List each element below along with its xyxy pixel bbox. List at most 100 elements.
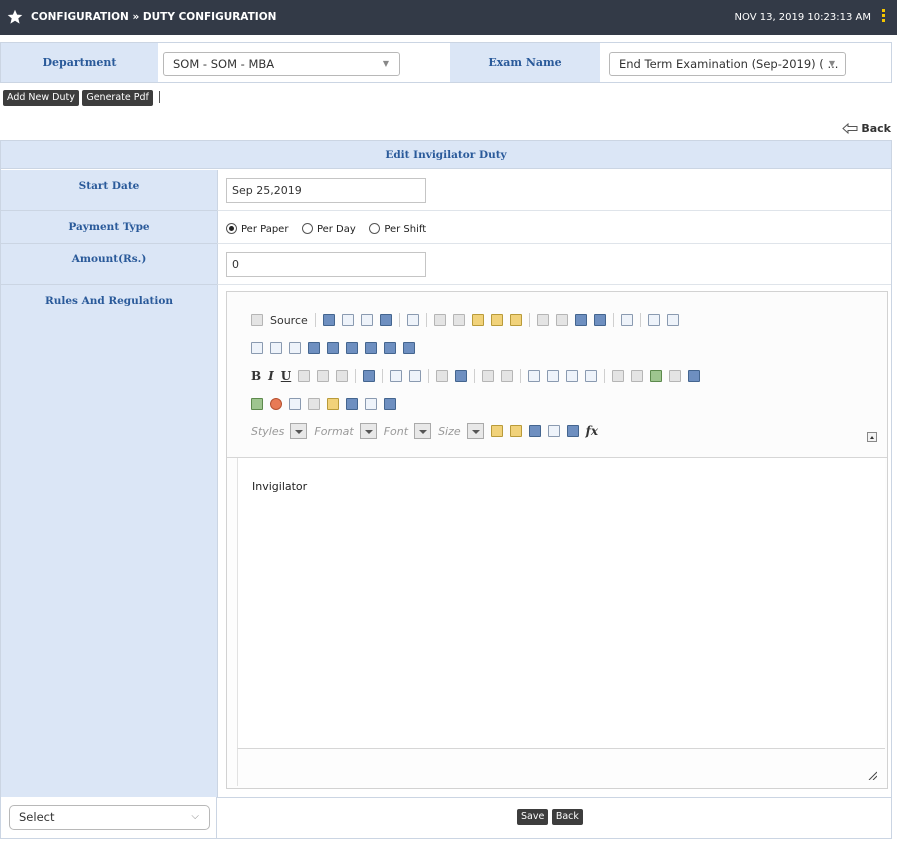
about-icon[interactable] [566,425,579,437]
div-icon[interactable] [501,370,514,382]
image-button-icon[interactable] [384,342,396,354]
paste-text-icon[interactable] [490,314,503,326]
redo-icon[interactable] [555,314,568,326]
styles-combo[interactable]: Styles [251,422,308,440]
rtl-icon[interactable] [631,370,644,382]
formula-icon[interactable]: fx [586,424,598,438]
spellcheck-as-you-type-icon[interactable] [666,314,679,326]
special-char-icon[interactable] [346,398,358,410]
editor-content[interactable]: Invigilator [237,458,885,748]
subscript-icon[interactable] [317,370,330,382]
find-icon[interactable] [574,314,587,326]
footer-left: Select ⌵ [1,797,217,838]
align-left-icon[interactable] [528,370,541,382]
replace-icon[interactable] [593,314,606,326]
align-right-icon[interactable] [566,370,579,382]
form-icon[interactable] [251,342,263,354]
image-icon[interactable] [251,398,263,410]
font-combo[interactable]: Font [384,422,432,440]
toolbar-separator [474,369,476,383]
text-color-icon[interactable] [490,425,503,437]
footer-select[interactable]: Select ⌵ [9,805,210,830]
format-combo[interactable]: Format [314,422,377,440]
superscript-icon[interactable] [336,370,349,382]
radio-per-paper[interactable]: Per Paper [226,223,289,235]
background-color-icon[interactable] [509,425,522,437]
source-button[interactable]: Source [270,314,308,327]
preview-icon[interactable] [360,314,373,326]
amount-input[interactable]: 0 [226,252,426,277]
back-link[interactable]: Back [841,122,891,135]
unlink-icon[interactable] [669,370,682,382]
select-field-icon[interactable] [346,342,358,354]
print-icon[interactable] [379,314,392,326]
add-new-duty-button[interactable]: Add New Duty [3,90,79,106]
indent-icon[interactable] [455,370,468,382]
hidden-field-icon[interactable] [403,342,415,354]
radio-per-paper-dot[interactable] [226,223,237,234]
select-all-icon[interactable] [620,314,633,326]
templates-icon[interactable] [406,314,419,326]
bulleted-list-icon[interactable] [409,370,422,382]
link-icon[interactable] [650,370,663,382]
kebab-icon[interactable] [881,9,887,25]
toolbar-separator [382,369,384,383]
save-icon[interactable] [322,314,335,326]
radio-per-day[interactable]: Per Day [301,223,356,235]
toolbar-separator [604,369,606,383]
table-icon[interactable] [289,398,301,410]
outdent-icon[interactable] [436,370,449,382]
radio-per-day-dot[interactable] [301,223,313,234]
button-icon[interactable] [365,342,377,354]
resize-handle-icon[interactable] [867,770,877,780]
date-time: NOV 13, 2019 10:23:13 AM [734,12,871,23]
justify-icon[interactable] [585,370,598,382]
align-center-icon[interactable] [547,370,560,382]
generate-pdf-button[interactable]: Generate Pdf [82,90,153,106]
footer-right: Save Back [217,797,891,838]
smiley-icon[interactable] [327,398,339,410]
underline-icon[interactable]: U [281,369,291,383]
save-button[interactable]: Save [517,809,549,825]
numbered-list-icon[interactable] [390,370,403,382]
page-break-icon[interactable] [365,398,377,410]
paste-icon[interactable] [471,314,484,326]
size-combo[interactable]: Size [438,422,484,440]
new-page-icon[interactable] [341,314,354,326]
horizontal-rule-icon[interactable] [308,398,320,410]
source-icon[interactable] [251,314,263,326]
copy-icon[interactable] [452,314,465,326]
iframe-icon[interactable] [384,398,396,410]
cut-icon[interactable] [433,314,446,326]
back-button[interactable]: Back [551,809,583,825]
start-date-label: Start Date [1,170,217,211]
flash-icon[interactable] [270,398,282,410]
spellcheck-icon[interactable] [647,314,660,326]
paste-word-icon[interactable] [509,314,522,326]
exam-name-label: Exam Name [450,43,600,82]
exam-name-select[interactable]: End Term Examination (Sep-2019) ( ... ▼ [609,52,846,76]
radio-icon[interactable] [289,342,301,354]
undo-icon[interactable] [536,314,549,326]
remove-format-icon[interactable] [363,370,376,382]
radio-per-paper-label: Per Paper [241,224,289,235]
strike-icon[interactable] [298,370,311,382]
maximize-icon[interactable] [528,425,541,437]
editor-status-bar [237,748,885,786]
italic-icon[interactable]: I [268,369,274,383]
radio-per-shift[interactable]: Per Shift [369,223,426,235]
start-date-input[interactable]: Sep 25,2019 [226,178,426,203]
page-title: CONFIGURATION » DUTY CONFIGURATION [31,11,277,23]
anchor-icon[interactable] [688,370,701,382]
blockquote-icon[interactable] [482,370,495,382]
show-blocks-icon[interactable] [547,425,560,437]
department-select[interactable]: SOM - SOM - MBA ▼ [163,52,400,76]
textarea-icon[interactable] [327,342,339,354]
text-field-icon[interactable] [308,342,320,354]
toolbar-separator [428,369,430,383]
bold-icon[interactable]: B [251,369,261,383]
radio-per-shift-dot[interactable] [369,223,381,234]
checkbox-icon[interactable] [270,342,282,354]
collapse-toolbar-icon[interactable] [867,432,877,442]
ltr-icon[interactable] [612,370,625,382]
